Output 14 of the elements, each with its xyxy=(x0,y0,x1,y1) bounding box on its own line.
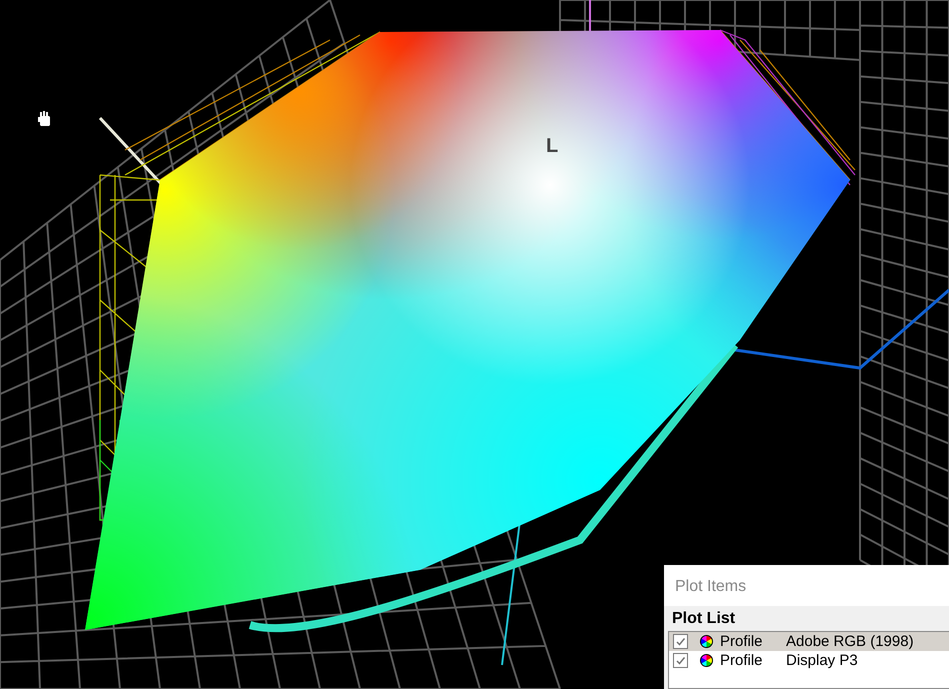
check-mark-icon xyxy=(675,655,686,666)
check-mark-icon xyxy=(675,636,686,647)
plot-list-row[interactable]: Profile Adobe RGB (1998) xyxy=(669,632,949,651)
list-title: Plot List xyxy=(671,609,736,629)
axis-label: L xyxy=(546,135,558,158)
checkbox[interactable] xyxy=(673,653,688,668)
item-type: Profile xyxy=(720,652,764,669)
checkbox[interactable] xyxy=(673,634,688,649)
item-type: Profile xyxy=(720,633,764,650)
item-name: Adobe RGB (1998) xyxy=(786,633,914,650)
color-wheel-icon xyxy=(700,654,713,667)
color-wheel-icon xyxy=(700,635,713,648)
item-name: Display P3 xyxy=(786,652,858,669)
panel-title: Plot Items xyxy=(664,565,949,606)
